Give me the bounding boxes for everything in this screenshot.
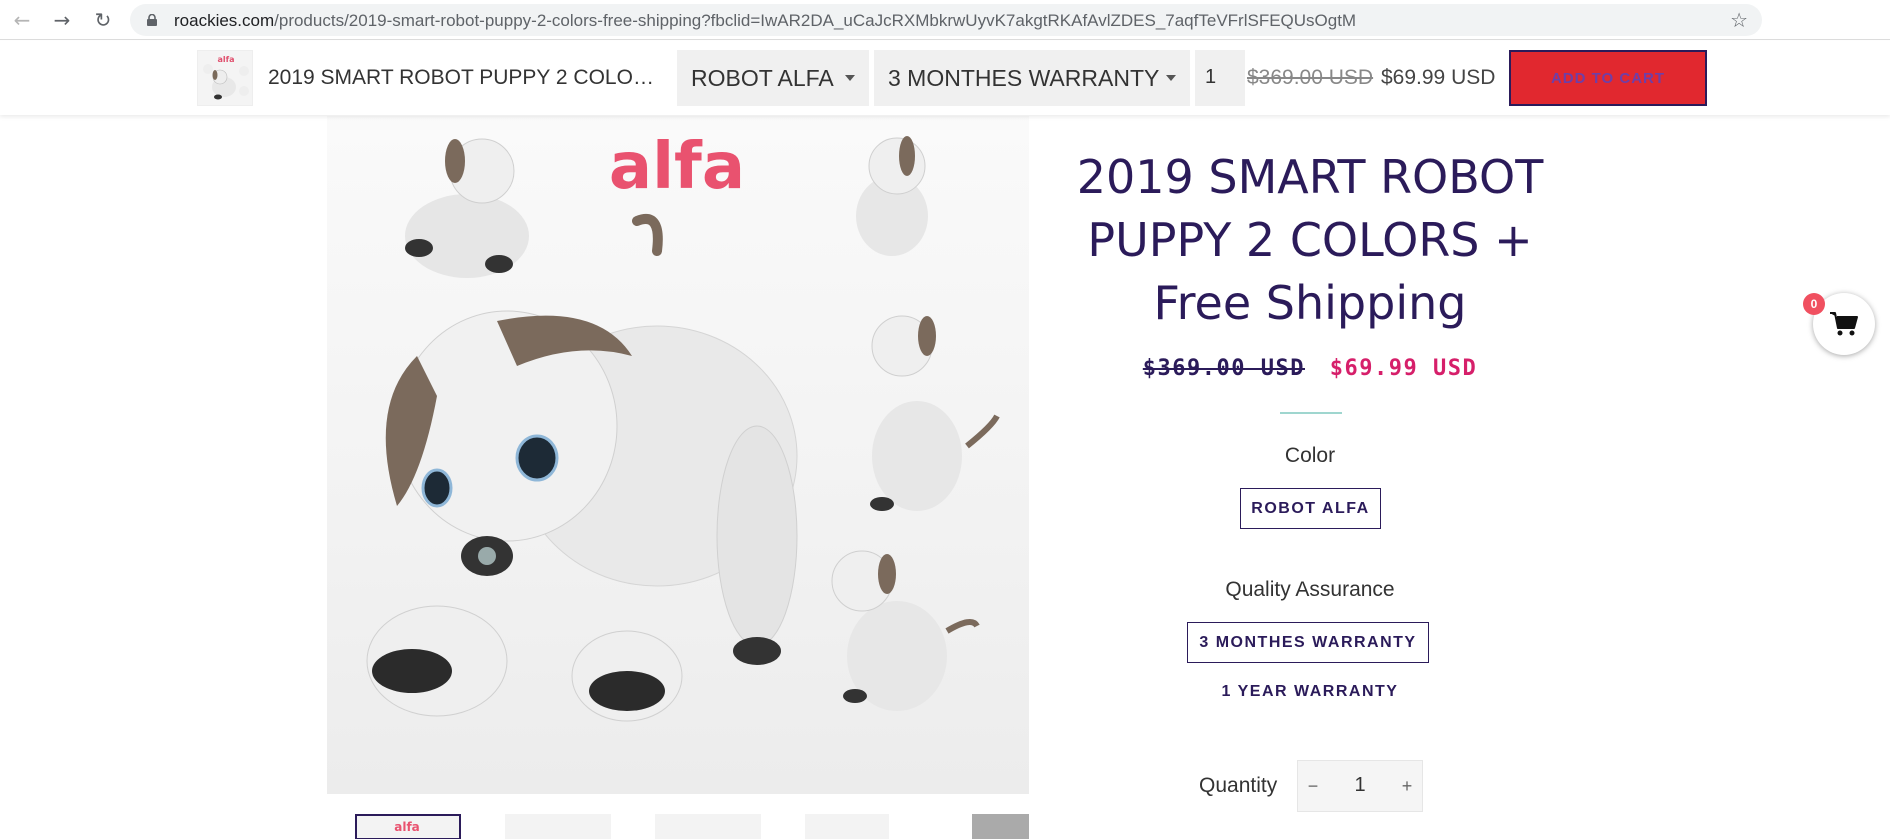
sticky-add-to-cart-bar: alfa 2019 SMART ROBOT PUPPY 2 COLORS + F… (0, 41, 1890, 115)
color-label: Color (1284, 444, 1336, 467)
warranty-option-1-year[interactable]: 1 YEAR WARRANTY (1060, 683, 1560, 701)
cart-count-badge: 0 (1803, 293, 1825, 315)
thumbnail-logo-text: alfa (394, 820, 420, 834)
warranty-select-value: 3 MONTHES WARRANTY (888, 64, 1160, 91)
sticky-product-title: 2019 SMART ROBOT PUPPY 2 COLORS + Free S… (268, 66, 668, 89)
url-path: /products/2019-smart-robot-puppy-2-color… (274, 11, 1357, 30)
color-select[interactable]: ROBOT ALFA (677, 50, 869, 106)
warranty-select[interactable]: 3 MONTHES WARRANTY (874, 50, 1190, 106)
lock-icon (147, 14, 157, 26)
cart-icon (1830, 312, 1858, 336)
thumbnail-4[interactable] (805, 814, 889, 839)
quantity-input[interactable]: 1 (1332, 774, 1388, 797)
thumbnail-logo-text: alfa (217, 55, 234, 64)
image-logo-text: alfa (609, 130, 745, 204)
browser-toolbar: ← → ↻ roackies.com/products/2019-smart-r… (0, 0, 1890, 40)
thumbnail-3[interactable] (655, 814, 761, 839)
url-text: roackies.com/products/2019-smart-robot-p… (174, 11, 1356, 31)
robot-puppy-illustration (870, 315, 1000, 511)
thumbnail-1[interactable]: alfa (355, 814, 461, 839)
quantity-label: Quantity (1199, 774, 1278, 797)
bookmark-star-icon[interactable]: ☆ (1730, 8, 1748, 32)
address-bar[interactable]: roackies.com/products/2019-smart-robot-p… (130, 4, 1762, 36)
quantity-increase-button[interactable]: + (1392, 761, 1422, 811)
price-line: $369.00 USD $69.99 USD (1060, 356, 1560, 381)
old-price: $369.00 USD (1142, 356, 1305, 381)
back-arrow-icon[interactable]: ← (9, 7, 35, 33)
chevron-down-icon (1166, 75, 1176, 81)
product-thumbnail: alfa (197, 50, 253, 106)
sticky-quantity-input[interactable]: 1 (1195, 50, 1245, 106)
add-to-cart-button[interactable]: ADD TO CART (1509, 50, 1707, 106)
quantity-decrease-button[interactable]: − (1298, 761, 1328, 811)
reload-icon[interactable]: ↻ (90, 7, 116, 33)
sticky-old-price: $369.00 USD (1247, 66, 1374, 89)
robot-puppy-illustration (405, 138, 529, 278)
robot-puppy-illustration (366, 214, 798, 722)
sale-price: $69.99 USD (1329, 356, 1478, 381)
color-select-value: ROBOT ALFA (691, 64, 834, 91)
thumbnail-2[interactable] (505, 814, 611, 839)
robot-puppy-illustration (856, 136, 928, 256)
product-title: 2019 SMART ROBOT PUPPY 2 COLORS + Free S… (1076, 150, 1544, 330)
url-host: roackies.com (174, 11, 275, 30)
color-option-robot-alfa[interactable]: ROBOT ALFA (1240, 488, 1381, 529)
divider (1280, 412, 1342, 414)
chevron-down-icon (845, 75, 855, 81)
forward-arrow-icon[interactable]: → (49, 7, 75, 33)
thumbnail-next[interactable] (972, 814, 1029, 839)
sticky-new-price: $69.99 USD (1381, 66, 1496, 89)
product-thumbnail-strip: alfa (327, 812, 1029, 839)
product-main-image[interactable]: alfa (327, 116, 1029, 794)
quantity-stepper: − 1 + (1297, 760, 1423, 812)
quality-assurance-label: Quality Assurance (1225, 578, 1395, 601)
robot-puppy-illustration (831, 550, 980, 711)
warranty-option-3-months[interactable]: 3 MONTHES WARRANTY (1187, 622, 1429, 663)
